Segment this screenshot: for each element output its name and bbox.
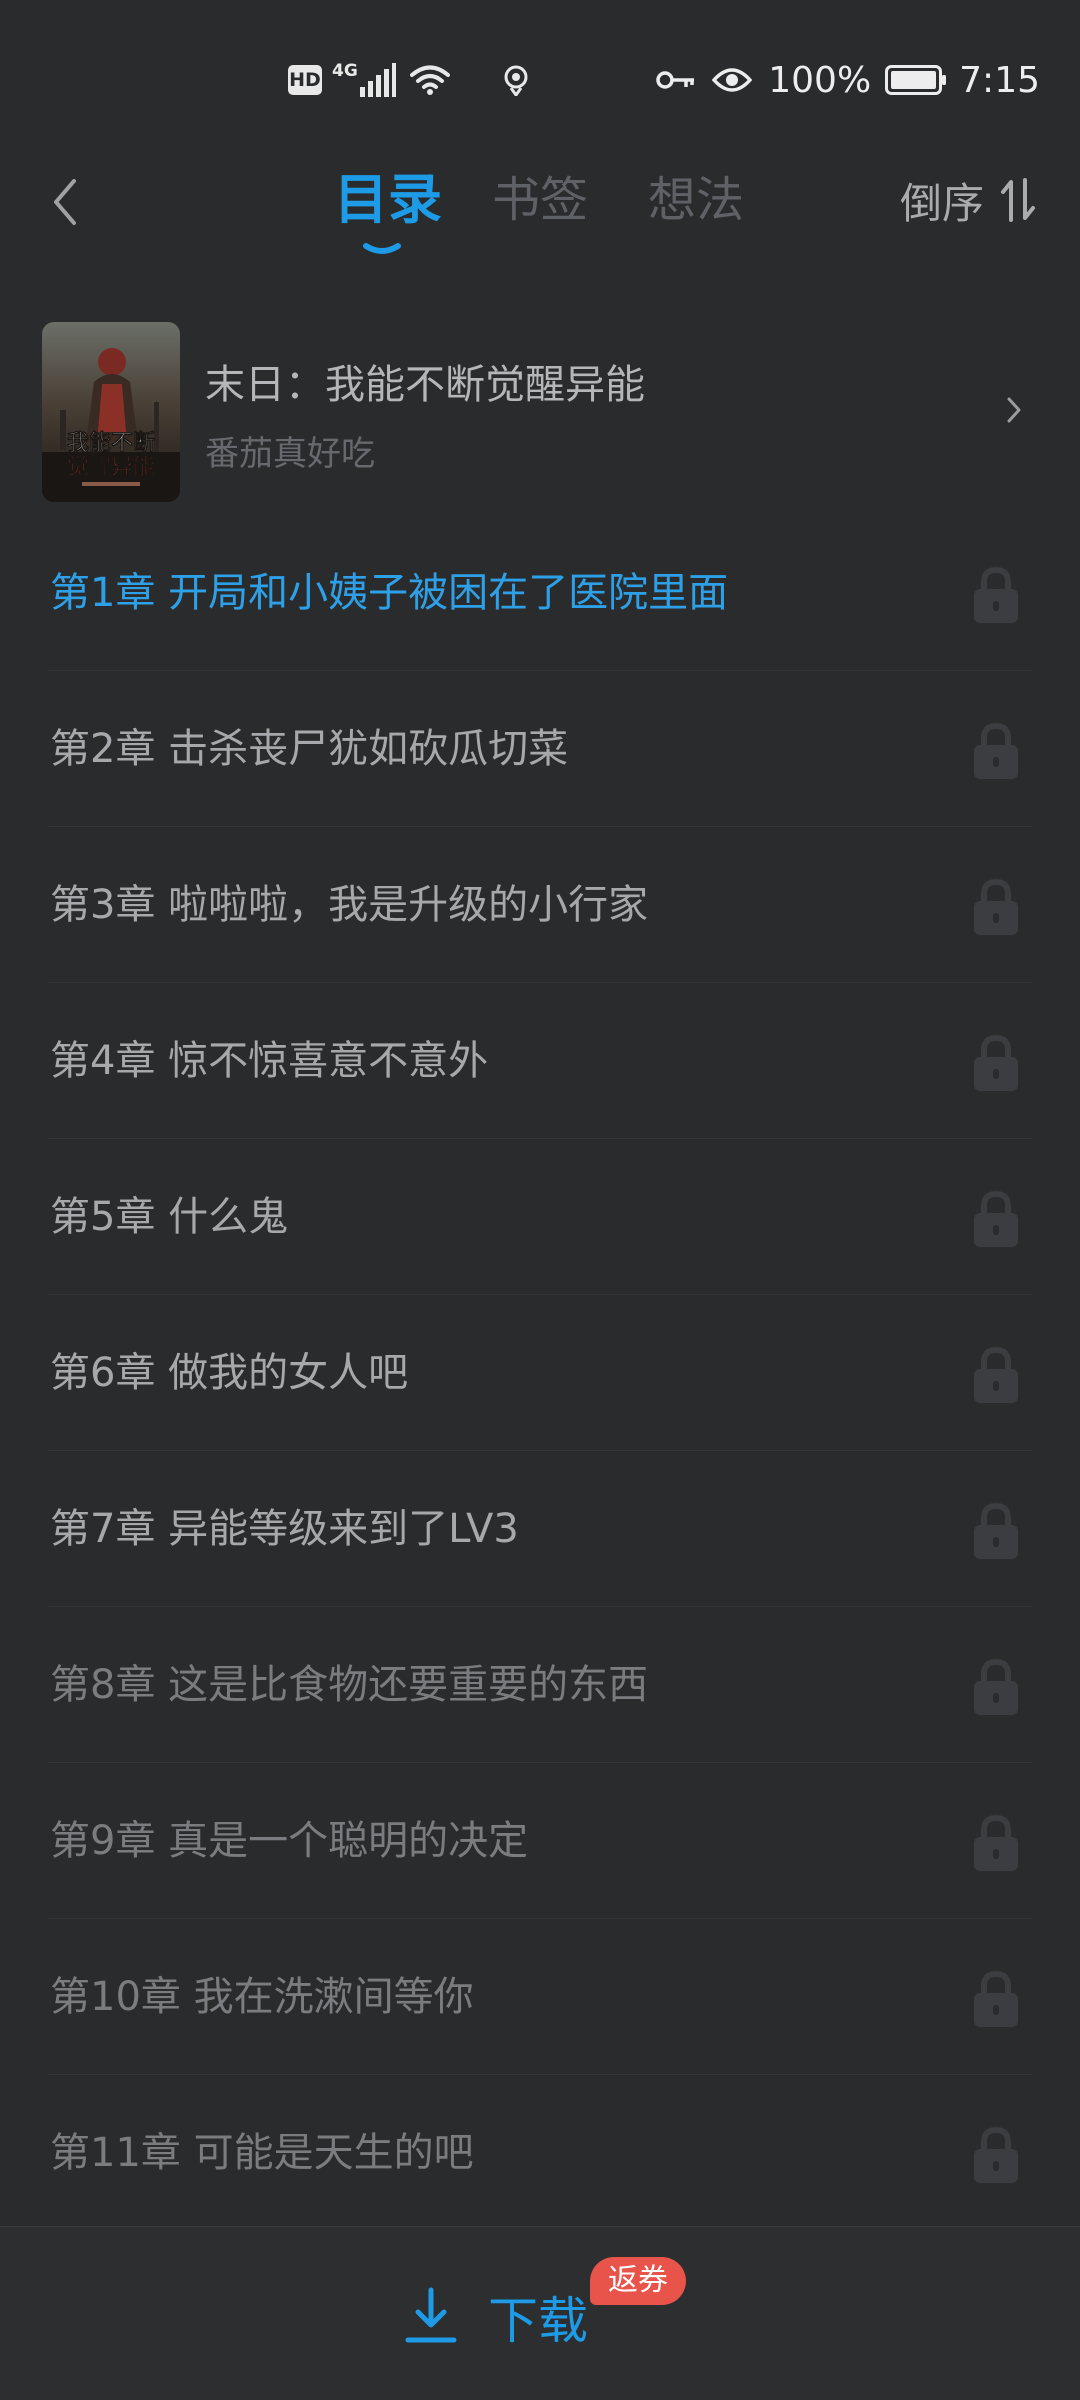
wifi-icon <box>409 64 450 96</box>
chapter-row[interactable]: 第5章 什么鬼 <box>0 1139 1080 1295</box>
book-info-card[interactable]: 我能不断 觉醒异能 末日：我能不断觉醒异能 番茄真好吃 <box>0 316 1080 506</box>
chapter-row[interactable]: 第8章 这是比食物还要重要的东西 <box>0 1607 1080 1763</box>
chevron-left-icon <box>54 179 76 225</box>
download-label: 下载 <box>488 2292 588 2350</box>
svg-text:我能不断: 我能不断 <box>67 430 155 456</box>
lock-icon <box>974 1502 1018 1559</box>
chapter-title: 第2章 击杀丧尸犹如砍瓜切菜 <box>50 726 569 772</box>
eye-icon <box>712 66 753 94</box>
lock-icon <box>974 878 1018 935</box>
bottom-action-bar: 下载 返券 <box>0 2226 1080 2400</box>
lock-icon <box>974 1970 1018 2027</box>
status-bar: HD 4G 100% 7:15 <box>0 0 1080 160</box>
status-bar-left: HD 4G <box>288 56 530 104</box>
chapter-row[interactable]: 第1章 开局和小姨子被困在了医院里面 <box>0 515 1080 671</box>
clock: 7:15 <box>959 59 1040 101</box>
sort-toggle-icon <box>1000 178 1036 222</box>
key-icon <box>656 68 696 92</box>
battery-icon <box>885 65 947 95</box>
battery-percent: 100% <box>768 59 872 101</box>
chapter-title: 第7章 异能等级来到了LV3 <box>50 1506 519 1552</box>
book-cover: 我能不断 觉醒异能 <box>42 322 180 502</box>
location-icon <box>502 64 530 96</box>
coupon-badge: 返券 <box>590 2257 686 2305</box>
signal-icon <box>359 63 396 97</box>
chapter-title: 第1章 开局和小姨子被困在了医院里面 <box>50 570 729 616</box>
chapter-row[interactable]: 第4章 惊不惊喜意不意外 <box>0 983 1080 1139</box>
chapter-title: 第5章 什么鬼 <box>50 1194 289 1240</box>
chevron-right-icon <box>1002 390 1026 430</box>
back-button[interactable] <box>40 162 90 242</box>
chapter-row[interactable]: 第7章 异能等级来到了LV3 <box>0 1451 1080 1607</box>
sort-order-label: 倒序 <box>899 178 984 228</box>
lock-icon <box>974 1814 1018 1871</box>
lock-icon <box>974 1658 1018 1715</box>
hd-icon: HD <box>288 65 322 95</box>
chapter-title: 第9章 真是一个聪明的决定 <box>50 1818 529 1864</box>
tab-catalog[interactable]: 目录 <box>334 160 442 240</box>
network-type-label: 4G <box>332 60 358 81</box>
chapter-title: 第6章 做我的女人吧 <box>50 1350 409 1396</box>
tab-bookmarks[interactable]: 书签 <box>492 160 588 240</box>
chapter-row[interactable]: 第9章 真是一个聪明的决定 <box>0 1763 1080 1919</box>
chapter-list: 第1章 开局和小姨子被困在了医院里面 第2章 击杀丧尸犹如砍瓜切菜第3章 啦啦啦，… <box>0 515 1080 2231</box>
chapter-row[interactable]: 第6章 做我的女人吧 <box>0 1295 1080 1451</box>
download-icon <box>405 2287 457 2343</box>
svg-text:觉醒异能: 觉醒异能 <box>67 454 155 480</box>
tab-ideas[interactable]: 想法 <box>648 160 744 240</box>
sort-order-button[interactable]: 倒序 <box>900 160 1036 240</box>
book-title: 末日：我能不断觉醒异能 <box>205 362 645 408</box>
chapter-title: 第3章 啦啦啦，我是升级的小行家 <box>50 882 649 928</box>
chapter-catalog-screen: HD 4G 100% 7:15 目录 书签 想法 倒序 我能不断 觉醒异能 末日… <box>0 0 1080 2400</box>
lock-icon <box>974 722 1018 779</box>
download-button[interactable]: 下载 <box>404 2277 588 2357</box>
chapter-row[interactable]: 第11章 可能是天生的吧 <box>0 2075 1080 2231</box>
chapter-title: 第11章 可能是天生的吧 <box>50 2130 474 2176</box>
lock-icon <box>974 1190 1018 1247</box>
lock-icon <box>974 1346 1018 1403</box>
status-bar-right: 100% 7:15 <box>656 52 1040 108</box>
chapter-title: 第10章 我在洗漱间等你 <box>50 1974 474 2020</box>
catalog-header: 目录 书签 想法 倒序 <box>0 150 1080 260</box>
chapter-title: 第4章 惊不惊喜意不意外 <box>50 1038 489 1084</box>
chapter-row[interactable]: 第10章 我在洗漱间等你 <box>0 1919 1080 2075</box>
lock-icon <box>974 2126 1018 2183</box>
chapter-row[interactable]: 第2章 击杀丧尸犹如砍瓜切菜 <box>0 671 1080 827</box>
active-tab-indicator <box>363 243 401 254</box>
lock-icon <box>974 1034 1018 1091</box>
chapter-row[interactable]: 第3章 啦啦啦，我是升级的小行家 <box>0 827 1080 983</box>
lock-icon <box>974 566 1018 623</box>
chapter-title: 第8章 这是比食物还要重要的东西 <box>50 1662 649 1708</box>
book-author: 番茄真好吃 <box>205 434 375 474</box>
